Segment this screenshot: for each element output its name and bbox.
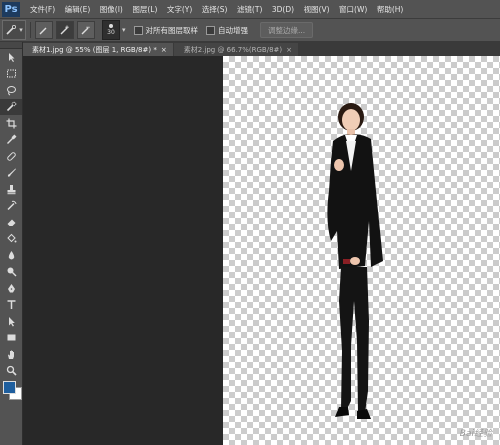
dodge-icon [7, 267, 16, 277]
tool-healing-brush[interactable] [0, 148, 22, 165]
tool-quick-selection[interactable] [0, 98, 22, 115]
menu-window[interactable]: 窗口(W) [339, 4, 367, 15]
menu-3d[interactable]: 3D(D) [272, 5, 294, 14]
tool-history-brush[interactable] [0, 198, 22, 215]
tool-blur[interactable] [0, 247, 22, 264]
color-swatches [0, 379, 22, 415]
brush-picker-chevron-icon[interactable]: ▾ [122, 26, 126, 34]
menu-file[interactable]: 文件(F) [30, 4, 55, 15]
photoshop-logo: Ps [2, 1, 20, 17]
add-to-selection-button[interactable] [56, 21, 74, 39]
eraser-icon [7, 219, 15, 226]
type-icon [7, 300, 15, 310]
close-icon[interactable]: × [161, 46, 167, 54]
subtract-from-selection-button[interactable] [77, 21, 95, 39]
refine-edge-button[interactable]: 调整边缘... [260, 22, 314, 38]
tool-lasso[interactable] [0, 82, 22, 99]
brush-add-icon [60, 25, 69, 35]
brush-new-icon [39, 27, 47, 35]
tool-type[interactable] [0, 297, 22, 314]
brush-subtract-icon [81, 26, 90, 35]
tab-document-2[interactable]: 素材2.jpg @ 66.7%(RGB/8#) × [173, 43, 299, 56]
menu-select[interactable]: 选择(S) [202, 4, 228, 15]
quick-selection-icon [6, 101, 16, 112]
foreground-color-swatch[interactable] [3, 381, 16, 394]
divider [30, 22, 31, 38]
tool-rectangle[interactable] [0, 330, 22, 347]
sample-all-layers-checkbox[interactable] [133, 25, 143, 35]
pen-icon [7, 283, 15, 293]
tool-marquee[interactable] [0, 66, 22, 83]
hand-icon [7, 350, 14, 359]
zoom-icon [6, 366, 17, 376]
chevron-down-icon: ▾ [19, 26, 23, 34]
watermark-text: Bai经验 [459, 429, 492, 439]
tab-label: 素材1.jpg @ 55% (图层 1, RGB/8#) * [32, 45, 157, 54]
tool-path-selection[interactable] [0, 313, 22, 330]
canvas-area[interactable]: Bai经验 [23, 56, 500, 445]
quick-selection-icon [6, 24, 17, 35]
tool-hand[interactable] [0, 346, 22, 363]
move-icon [8, 52, 14, 62]
tool-gradient[interactable] [0, 231, 22, 248]
lasso-icon [6, 85, 16, 96]
auto-enhance-label: 自动增强 [218, 25, 249, 35]
panel-grip[interactable] [0, 42, 22, 49]
tool-dodge[interactable] [0, 264, 22, 281]
tab-label: 素材2.jpg @ 66.7%(RGB/8#) [183, 45, 283, 54]
tool-brush[interactable] [0, 165, 22, 182]
tools-panel [0, 42, 23, 445]
menu-layer[interactable]: 图层(L) [132, 4, 157, 15]
rectangle-icon [7, 334, 15, 341]
menu-image[interactable]: 图像(I) [100, 4, 123, 15]
brush-picker[interactable]: 30 [102, 20, 120, 40]
sample-all-layers-label: 对所有图层取样 [145, 25, 199, 35]
menu-type[interactable]: 文字(Y) [167, 4, 192, 15]
tool-zoom[interactable] [0, 363, 22, 380]
bandage-icon [6, 151, 16, 161]
crop-icon [6, 118, 16, 129]
eyedropper-icon [6, 134, 16, 145]
arrow-icon [8, 316, 15, 327]
document-tabs: 素材1.jpg @ 55% (图层 1, RGB/8#) * × 素材2.jpg… [22, 42, 500, 56]
paint-bucket-icon [6, 234, 16, 243]
menu-filter[interactable]: 滤镜(T) [237, 4, 262, 15]
new-selection-button[interactable] [35, 21, 53, 39]
tool-preset-picker[interactable]: ▾ [2, 20, 26, 40]
close-icon[interactable]: × [286, 46, 292, 54]
tool-eraser[interactable] [0, 214, 22, 231]
brush-size-value: 30 [107, 29, 115, 36]
stamp-icon [7, 184, 15, 194]
tool-clone-stamp[interactable] [0, 181, 22, 198]
menu-bar: Ps 文件(F) 编辑(E) 图像(I) 图层(L) 文字(Y) 选择(S) 滤… [0, 0, 500, 19]
tool-eyedropper[interactable] [0, 132, 22, 149]
tab-document-1[interactable]: 素材1.jpg @ 55% (图层 1, RGB/8#) * × [22, 43, 173, 56]
menu-help[interactable]: 帮助(H) [377, 4, 404, 15]
tool-crop[interactable] [0, 115, 22, 132]
tool-move[interactable] [0, 49, 22, 66]
brush-icon [7, 168, 16, 177]
woman-in-suit-image [327, 103, 383, 419]
brush-tip-icon [109, 24, 113, 28]
menu-view[interactable]: 视图(V) [304, 4, 330, 15]
tool-pen[interactable] [0, 280, 22, 297]
auto-enhance-checkbox[interactable] [206, 25, 216, 35]
marquee-icon [6, 69, 16, 78]
options-bar: ▾ 30 ▾ 对所有图层取样 自动增强 调整边缘... [0, 19, 500, 42]
drop-icon [8, 250, 14, 260]
menu-edit[interactable]: 编辑(E) [65, 4, 91, 15]
history-brush-icon [6, 201, 16, 211]
document-canvas[interactable]: Bai经验 [223, 56, 500, 445]
